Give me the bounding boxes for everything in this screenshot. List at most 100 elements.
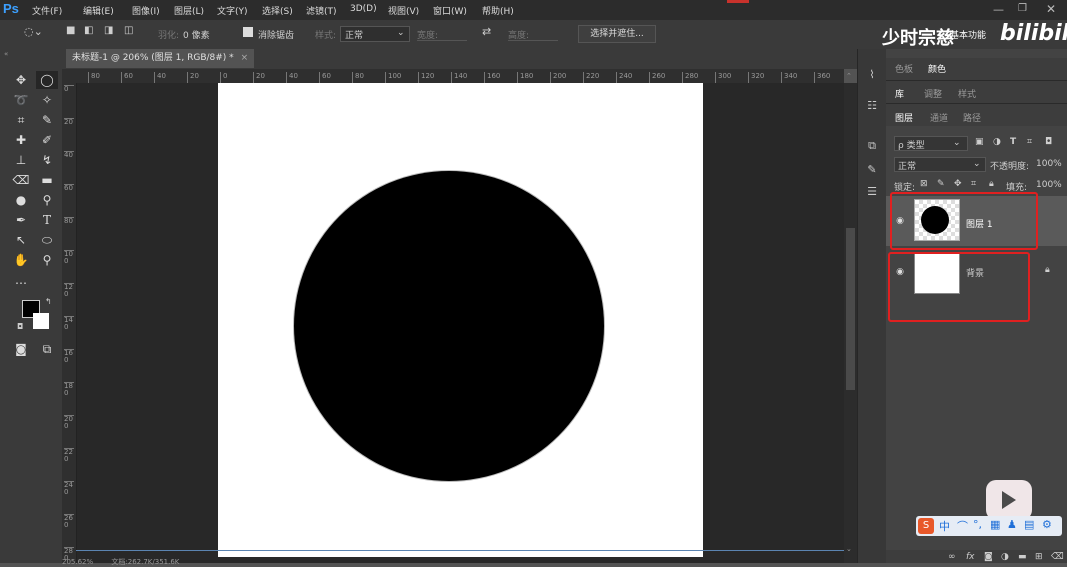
- blur-tool-icon[interactable]: ●: [10, 191, 32, 209]
- gradient-tool-icon[interactable]: ▬: [36, 171, 58, 189]
- tab-close-icon[interactable]: ×: [241, 53, 249, 63]
- antialias-checkbox[interactable]: [243, 27, 253, 37]
- adjustment-layer-icon[interactable]: ◑: [1001, 552, 1009, 562]
- menu-filter[interactable]: 滤镜(T): [306, 4, 337, 17]
- history-panel-icon[interactable]: ⌇: [865, 68, 879, 82]
- tab-channels[interactable]: 通道: [930, 111, 948, 124]
- tab-color[interactable]: 颜色: [928, 62, 946, 75]
- healing-brush-tool-icon[interactable]: ✚: [10, 131, 32, 149]
- fill-value[interactable]: 100%: [1036, 180, 1062, 190]
- crop-tool-icon[interactable]: ⌗: [10, 111, 32, 129]
- restore-button[interactable]: ❐: [1018, 3, 1027, 14]
- path-selection-tool-icon[interactable]: ↖: [10, 231, 32, 249]
- menu-image[interactable]: 图像(I): [132, 4, 160, 17]
- menu-file[interactable]: 文件(F): [32, 4, 62, 17]
- subtract-selection-icon[interactable]: ◨: [104, 25, 113, 36]
- opacity-value[interactable]: 100%: [1036, 159, 1062, 169]
- fx-icon[interactable]: fx: [966, 552, 975, 562]
- sogou-ime-icon[interactable]: S: [918, 518, 934, 534]
- add-selection-icon[interactable]: ◧: [84, 25, 93, 36]
- scrollbar-thumb[interactable]: [846, 228, 855, 390]
- swap-icon[interactable]: ⇄: [482, 25, 491, 38]
- default-colors-icon[interactable]: ◘: [17, 322, 23, 331]
- menu-window[interactable]: 窗口(W): [433, 4, 467, 17]
- add-mask-icon[interactable]: ◙: [984, 552, 993, 562]
- adjustment-filter-icon[interactable]: ◑: [993, 137, 1001, 147]
- tab-layers[interactable]: 图层: [895, 111, 913, 124]
- tab-swatches[interactable]: 色板: [895, 62, 913, 75]
- ime-chinese-mode[interactable]: 中: [939, 518, 950, 534]
- ellipse-shape-tool-icon[interactable]: ⬭: [36, 231, 58, 249]
- ime-punctuation-icon[interactable]: °,: [973, 518, 982, 531]
- new-layer-icon[interactable]: ⊞: [1035, 552, 1043, 562]
- scroll-down-icon[interactable]: ⌄: [846, 545, 852, 553]
- eraser-tool-icon[interactable]: ⌫: [10, 171, 32, 189]
- document-tab[interactable]: 未标题-1 @ 206% (图层 1, RGB/8#) * ×: [66, 49, 254, 68]
- circle-selection[interactable]: [294, 171, 604, 481]
- clone-source-icon[interactable]: ⧉: [865, 139, 879, 153]
- ime-skin-icon[interactable]: ▤: [1024, 518, 1034, 531]
- ellipse-marquee-tool-icon[interactable]: ◯: [36, 71, 58, 89]
- pixel-filter-icon[interactable]: ▣: [975, 137, 984, 147]
- ellipse-marquee-icon[interactable]: ◌⌄: [24, 25, 43, 38]
- collapse-icon[interactable]: «: [4, 50, 8, 58]
- lasso-tool-icon[interactable]: ➰: [10, 91, 32, 109]
- type-tool-icon[interactable]: T: [36, 211, 58, 229]
- menu-help[interactable]: 帮助(H): [482, 4, 514, 17]
- feather-input[interactable]: 0 像素: [183, 28, 210, 41]
- dodge-tool-icon[interactable]: ⚲: [36, 191, 58, 209]
- ime-moon-icon[interactable]: ⌒: [957, 518, 968, 534]
- menu-view[interactable]: 视图(V): [388, 4, 419, 17]
- zoom-tool-icon[interactable]: ⚲: [36, 251, 58, 269]
- brush-tool-icon[interactable]: ✐: [36, 131, 58, 149]
- lock-artboard-icon[interactable]: ⌗: [971, 179, 976, 189]
- ime-user-icon[interactable]: ♟: [1007, 518, 1017, 531]
- clone-stamp-tool-icon[interactable]: ⊥: [10, 151, 32, 169]
- smart-filter-icon[interactable]: ◘: [1045, 137, 1052, 147]
- ime-settings-icon[interactable]: ⚙: [1042, 518, 1052, 531]
- screen-mode-icon[interactable]: ⧉: [36, 340, 58, 358]
- quick-mask-icon[interactable]: ◙: [10, 340, 32, 358]
- history-brush-tool-icon[interactable]: ↯: [36, 151, 58, 169]
- group-icon[interactable]: ▬: [1018, 552, 1027, 562]
- close-button[interactable]: ✕: [1046, 2, 1056, 16]
- shape-filter-icon[interactable]: ⌗: [1027, 137, 1032, 147]
- menu-layer[interactable]: 图层(L): [174, 4, 204, 17]
- background-color-swatch[interactable]: [33, 313, 49, 329]
- lock-all-icon[interactable]: 🔒︎: [989, 179, 994, 189]
- delete-layer-icon[interactable]: ⌫: [1051, 552, 1064, 562]
- magic-wand-tool-icon[interactable]: ✧: [36, 91, 58, 109]
- swap-colors-icon[interactable]: ↰: [45, 297, 52, 306]
- lock-icon[interactable]: 🔒︎: [1045, 265, 1050, 275]
- hand-tool-icon[interactable]: ✋: [10, 251, 32, 269]
- ime-keyboard-icon[interactable]: ▦: [990, 518, 1000, 531]
- pen-tool-icon[interactable]: ✒: [10, 211, 32, 229]
- more-tools-icon[interactable]: ⋯: [10, 274, 32, 292]
- menu-edit[interactable]: 编辑(E): [83, 4, 114, 17]
- lock-pixels-icon[interactable]: ✎: [937, 179, 945, 189]
- width-input[interactable]: [417, 26, 467, 41]
- type-filter-icon[interactable]: T: [1010, 137, 1016, 147]
- menu-select[interactable]: 选择(S): [262, 4, 293, 17]
- lock-transparent-icon[interactable]: ⊠: [920, 179, 928, 189]
- tab-paths[interactable]: 路径: [963, 111, 981, 124]
- zoom-level[interactable]: 205.62%: [62, 558, 93, 566]
- intersect-selection-icon[interactable]: ◫: [124, 25, 133, 36]
- new-selection-icon[interactable]: ■: [66, 25, 75, 36]
- select-and-mask-button[interactable]: 选择并遮住...: [578, 25, 656, 43]
- adjust-icon[interactable]: ☰: [865, 185, 879, 199]
- height-input[interactable]: [508, 26, 558, 41]
- tab-adjustments[interactable]: 调整: [924, 87, 942, 100]
- properties-panel-icon[interactable]: ☷: [865, 99, 879, 113]
- menu-3d[interactable]: 3D(D): [350, 4, 377, 14]
- lock-position-icon[interactable]: ✥: [954, 179, 962, 189]
- link-layers-icon[interactable]: ∞: [948, 552, 956, 562]
- eyedropper-tool-icon[interactable]: ✎: [36, 111, 58, 129]
- workspace-label[interactable]: 基本功能: [950, 28, 986, 41]
- scroll-up-icon[interactable]: ⌃: [846, 72, 852, 80]
- brush-settings-icon[interactable]: ✎: [865, 163, 879, 177]
- move-tool-icon[interactable]: ✥: [10, 71, 32, 89]
- tab-libraries[interactable]: 库: [895, 87, 904, 100]
- minimize-button[interactable]: —: [993, 3, 1004, 16]
- tab-styles[interactable]: 样式: [958, 87, 976, 100]
